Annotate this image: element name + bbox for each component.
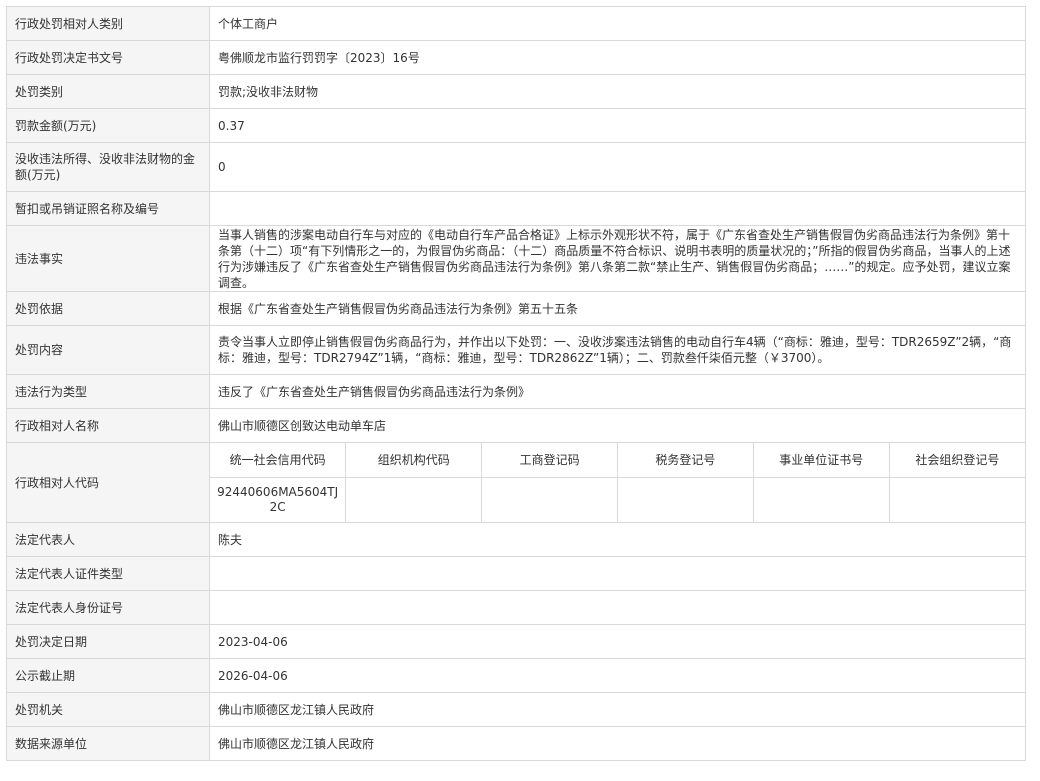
- row-label: 罚款金额(万元): [6, 108, 210, 143]
- row-value: 佛山市顺德区龙江镇人民政府: [209, 692, 1026, 727]
- table-row: 法定代表人证件类型: [6, 556, 1026, 591]
- table-row: 法定代表人 陈夫: [6, 522, 1026, 557]
- row-value: 根据《广东省查处生产销售假冒伪劣商品违法行为条例》第五十五条: [209, 291, 1026, 326]
- table-row: 违法行为类型 违反了《广东省查处生产销售假冒伪劣商品违法行为条例》: [6, 374, 1026, 409]
- table-row: 处罚机关 佛山市顺德区龙江镇人民政府: [6, 692, 1026, 727]
- row-label: 行政处罚决定书文号: [6, 40, 210, 75]
- row-value: 违反了《广东省查处生产销售假冒伪劣商品违法行为条例》: [209, 374, 1026, 409]
- codes-header: 事业单位证书号: [752, 443, 890, 477]
- codes-value: [752, 476, 890, 522]
- table-row: 数据来源单位 佛山市顺德区龙江镇人民政府: [6, 726, 1026, 761]
- table-row: 行政相对人名称 佛山市顺德区创致达电动单车店: [6, 408, 1026, 443]
- table-row: 处罚类别 罚款;没收非法财物: [6, 74, 1026, 109]
- table-row: 行政处罚决定书文号 粤佛顺龙市监行罚罚字〔2023〕16号: [6, 40, 1026, 75]
- row-value: [209, 191, 1026, 226]
- codes-value: [481, 476, 618, 522]
- penalty-info-panel: 行政处罚相对人类别 个体工商户 行政处罚决定书文号 粤佛顺龙市监行罚罚字〔202…: [6, 6, 1026, 761]
- table-row: 处罚决定日期 2023-04-06: [6, 624, 1026, 659]
- table-row: 法定代表人身份证号: [6, 590, 1026, 625]
- table-row: 罚款金额(万元) 0.37: [6, 108, 1026, 143]
- row-value: 0: [209, 142, 1026, 192]
- row-value: 0.37: [209, 108, 1026, 143]
- row-label: 公示截止期: [6, 658, 210, 693]
- penalty-info-table: 行政处罚相对人类别 个体工商户 行政处罚决定书文号 粤佛顺龙市监行罚罚字〔202…: [6, 6, 1026, 761]
- codes-cell: 统一社会信用代码 组织机构代码 工商登记码 税务登记号 事业单位证书号 社会组织…: [209, 442, 1026, 523]
- row-value: 责令当事人立即停止销售假冒伪劣商品行为，并作出以下处罚：一、没收涉案违法销售的电…: [209, 325, 1026, 375]
- row-value: 粤佛顺龙市监行罚罚字〔2023〕16号: [209, 40, 1026, 75]
- row-label: 处罚机关: [6, 692, 210, 727]
- row-value: 佛山市顺德区创致达电动单车店: [209, 408, 1026, 443]
- codes-header: 工商登记码: [481, 443, 618, 477]
- row-value: 佛山市顺德区龙江镇人民政府: [209, 726, 1026, 761]
- row-value: 当事人销售的涉案电动自行车与对应的《电动自行车产品合格证》上标示外观形状不符，属…: [209, 225, 1026, 292]
- row-label: 法定代表人: [6, 522, 210, 557]
- row-value: [209, 556, 1026, 591]
- row-label: 处罚依据: [6, 291, 210, 326]
- table-row: 公示截止期 2026-04-06: [6, 658, 1026, 693]
- row-label: 法定代表人身份证号: [6, 590, 210, 625]
- row-label: 暂扣或吊销证照名称及编号: [6, 191, 210, 226]
- row-value: 2023-04-06: [209, 624, 1026, 659]
- row-value: [209, 590, 1026, 625]
- table-row: 处罚内容 责令当事人立即停止销售假冒伪劣商品行为，并作出以下处罚：一、没收涉案违…: [6, 325, 1026, 375]
- codes-value: [888, 476, 1025, 522]
- row-label: 处罚内容: [6, 325, 210, 375]
- table-row: 处罚依据 根据《广东省查处生产销售假冒伪劣商品违法行为条例》第五十五条: [6, 291, 1026, 326]
- row-label: 没收违法所得、没收非法财物的金额(万元): [6, 142, 210, 192]
- row-label: 数据来源单位: [6, 726, 210, 761]
- row-value: 2026-04-06: [209, 658, 1026, 693]
- codes-value-row: 92440606MA5604TJ2C: [210, 476, 1025, 522]
- codes-header-row: 统一社会信用代码 组织机构代码 工商登记码 税务登记号 事业单位证书号 社会组织…: [210, 443, 1025, 477]
- codes-header: 社会组织登记号: [888, 443, 1025, 477]
- table-row-codes: 行政相对人代码 统一社会信用代码 组织机构代码 工商登记码 税务登记号 事业单位…: [6, 442, 1026, 523]
- codes-value: [345, 476, 482, 522]
- codes-value: [616, 476, 754, 522]
- codes-value: 92440606MA5604TJ2C: [210, 476, 346, 522]
- codes-header: 税务登记号: [616, 443, 754, 477]
- codes-header: 组织机构代码: [345, 443, 482, 477]
- row-value: 陈夫: [209, 522, 1026, 557]
- row-label: 处罚决定日期: [6, 624, 210, 659]
- row-label: 法定代表人证件类型: [6, 556, 210, 591]
- table-row: 行政处罚相对人类别 个体工商户: [6, 6, 1026, 41]
- row-label: 行政相对人代码: [6, 442, 210, 523]
- codes-header: 统一社会信用代码: [229, 453, 326, 468]
- row-label: 行政相对人名称: [6, 408, 210, 443]
- row-label: 处罚类别: [6, 74, 210, 109]
- row-label: 违法事实: [6, 225, 210, 292]
- table-row: 暂扣或吊销证照名称及编号: [6, 191, 1026, 226]
- codes-subtable: 统一社会信用代码 组织机构代码 工商登记码 税务登记号 事业单位证书号 社会组织…: [210, 443, 1025, 522]
- row-value: 罚款;没收非法财物: [209, 74, 1026, 109]
- row-label: 违法行为类型: [6, 374, 210, 409]
- table-row: 没收违法所得、没收非法财物的金额(万元) 0: [6, 142, 1026, 192]
- row-value: 个体工商户: [209, 6, 1026, 41]
- row-label: 行政处罚相对人类别: [6, 6, 210, 41]
- table-row: 违法事实 当事人销售的涉案电动自行车与对应的《电动自行车产品合格证》上标示外观形…: [6, 225, 1026, 292]
